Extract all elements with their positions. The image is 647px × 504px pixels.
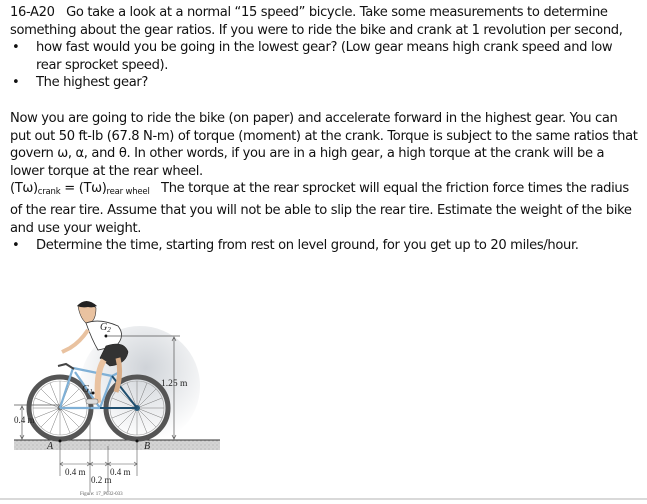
question-list-2: • Determine the time, starting from rest … — [10, 237, 640, 255]
handlebar — [57, 362, 75, 370]
dim-label-1-25m: 1.25 m — [161, 379, 188, 389]
dim-label-0-4m-height: 0.4 m — [14, 415, 35, 425]
dim-label-g1-to-g2: 0.2 m — [91, 475, 112, 485]
problem-number: 16-A20 — [10, 5, 55, 20]
dim-label-g2-to-b: 0.4 m — [110, 467, 131, 477]
equation-rhs-subscript: rear wheel — [106, 187, 150, 198]
list-item: • how fast would you be going in the lowe… — [10, 39, 640, 74]
problem-document: 16-A20 Go take a look at a normal “15 sp… — [10, 4, 640, 255]
bicycle-figure: G2 G1 A B 1.25 m 0.4 m 0.4 m 0.2 m 0.4 m… — [0, 296, 230, 500]
question-list-1: • how fast would you be going in the lowe… — [10, 39, 640, 92]
equation: (Tω)crank = (Tω)rear wheel — [10, 181, 150, 198]
bullet-icon: • — [12, 40, 20, 56]
equation-lhs-subscript: crank — [37, 187, 61, 198]
paragraph-torque: Now you are going to ride the bike (on p… — [10, 110, 638, 179]
figure-caption: Figure: 17_P032-033 — [80, 492, 123, 497]
ground-surface — [14, 440, 220, 450]
paragraph-equation: (Tω)crank = (Tω)rear wheel The torque at… — [10, 180, 640, 237]
bullet-icon: • — [12, 238, 20, 254]
problem-intro: 16-A20 Go take a look at a normal “15 sp… — [10, 4, 640, 39]
bicycle-diagram: G2 G1 A B 1.25 m 0.4 m 0.4 m 0.2 m 0.4 m… — [14, 301, 220, 497]
bullet-icon: • — [12, 75, 20, 91]
equation-lhs: (Tω) — [10, 181, 38, 197]
list-item: • Determine the time, starting from rest … — [10, 237, 640, 255]
label-b: B — [144, 441, 150, 452]
g2-point — [104, 334, 108, 338]
question-highest-gear: The highest gear? — [36, 75, 149, 91]
question-lowest-gear: how fast would you be going in the lowes… — [36, 40, 613, 73]
equation-rhs: (Tω) — [78, 181, 107, 197]
list-item: • The highest gear? — [10, 74, 640, 92]
question-time: Determine the time, starting from rest o… — [36, 238, 579, 254]
intro-text: Go take a look at a normal “15 speed” bi… — [10, 5, 623, 38]
equation-equals: = — [60, 181, 79, 197]
dim-label-a-to-g1: 0.4 m — [65, 467, 86, 477]
label-a: A — [46, 441, 54, 452]
